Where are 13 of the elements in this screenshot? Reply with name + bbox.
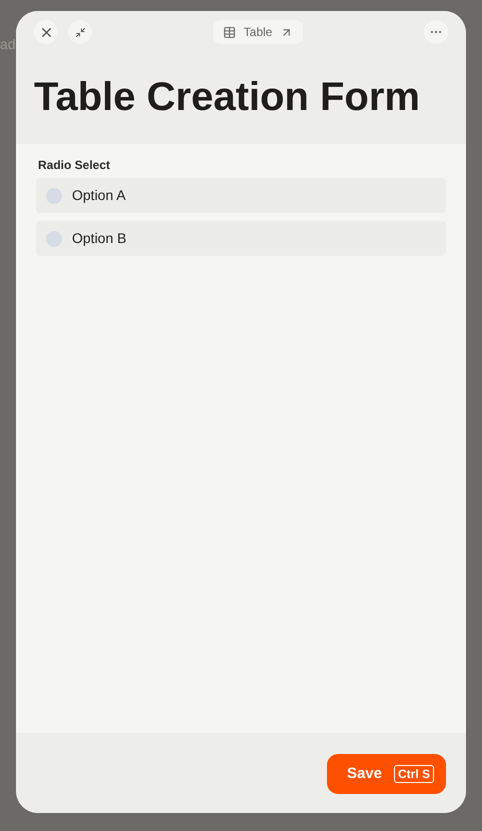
minimize-button[interactable]	[68, 20, 92, 44]
close-button[interactable]	[34, 20, 58, 44]
table-link-button[interactable]: Table	[212, 20, 304, 44]
radio-option[interactable]: Option A	[36, 178, 446, 213]
radio-option[interactable]: Option B	[36, 221, 446, 256]
form-title: Table Creation Form	[34, 74, 420, 121]
save-label: Save	[346, 764, 382, 784]
option-label: Option A	[72, 186, 126, 205]
field-label: Radio Select	[38, 157, 112, 174]
option-label: Option B	[72, 229, 126, 248]
collapse-arrows-icon	[74, 26, 86, 38]
shortcut-key: Ctrl S	[394, 765, 434, 783]
table-icon	[222, 26, 236, 38]
